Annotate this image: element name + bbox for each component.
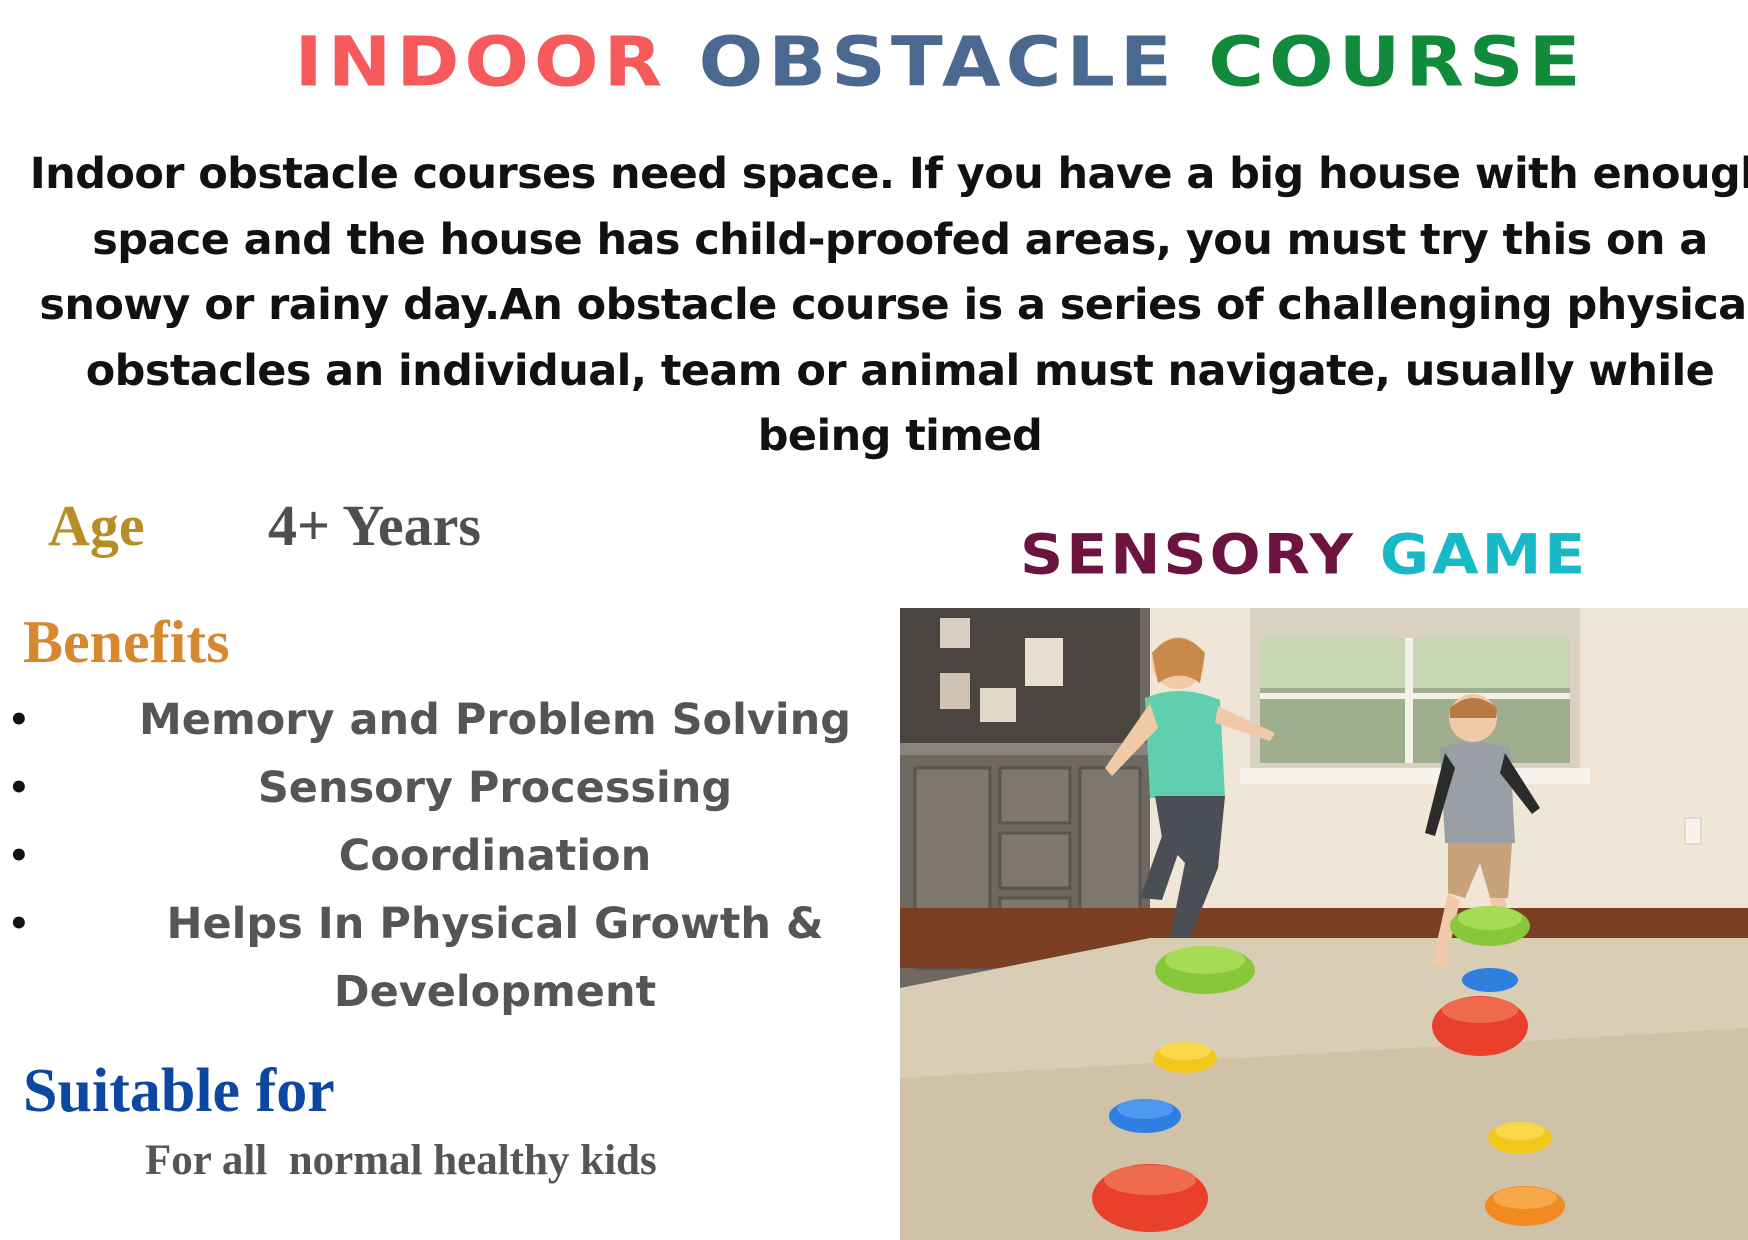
page-title: INDOOR OBSTACLE COURSE [0, 24, 1748, 100]
intro-line: being timed [757, 411, 1043, 461]
suitable-heading: Suitable for [23, 1057, 335, 1125]
list-item: • Memory and Problem Solving [8, 686, 870, 754]
bullet-icon: • [8, 768, 30, 808]
game-title: SENSORY GAME [1020, 520, 1588, 590]
suitable-text: For all normal healthy kids [145, 1137, 657, 1184]
age-value: 4+ Years [268, 493, 481, 558]
list-item: • Helps In Physical Growth & Development [8, 890, 870, 1026]
intro-line: obstacles an individual, team or animal … [85, 345, 1715, 396]
intro-line: Indoor obstacle courses need space. If y… [29, 149, 1748, 199]
title-word-indoor: INDOOR [294, 21, 668, 102]
intro-line: snowy or rainy day.An obstacle course is… [39, 280, 1748, 330]
benefit-text: Coordination [338, 831, 652, 881]
game-word-game: GAME [1379, 522, 1589, 588]
bullet-icon: • [8, 700, 30, 740]
game-word-sensory: SENSORY [1020, 522, 1356, 588]
age-label: Age [48, 493, 145, 558]
intro-line: space and the house has child-proofed ar… [92, 214, 1708, 265]
intro-paragraph: Indoor obstacle courses need space. If y… [20, 142, 1748, 470]
bullet-icon: • [8, 904, 30, 944]
benefits-list: • Memory and Problem Solving • Sensory P… [0, 686, 870, 1026]
benefit-text: Helps In Physical Growth & Development [166, 899, 824, 1017]
kids-stepping-stones-photo [900, 608, 1748, 1240]
benefit-text: Memory and Problem Solving [138, 695, 852, 745]
list-item: • Sensory Processing [8, 754, 870, 822]
title-word-course: COURSE [1208, 21, 1586, 102]
benefits-heading: Benefits [23, 609, 230, 675]
photo-illustration [900, 608, 1748, 1240]
list-item: • Coordination [8, 822, 870, 890]
benefit-text: Sensory Processing [257, 763, 733, 813]
title-word-obstacle: OBSTACLE [698, 21, 1177, 102]
bullet-icon: • [8, 836, 30, 876]
